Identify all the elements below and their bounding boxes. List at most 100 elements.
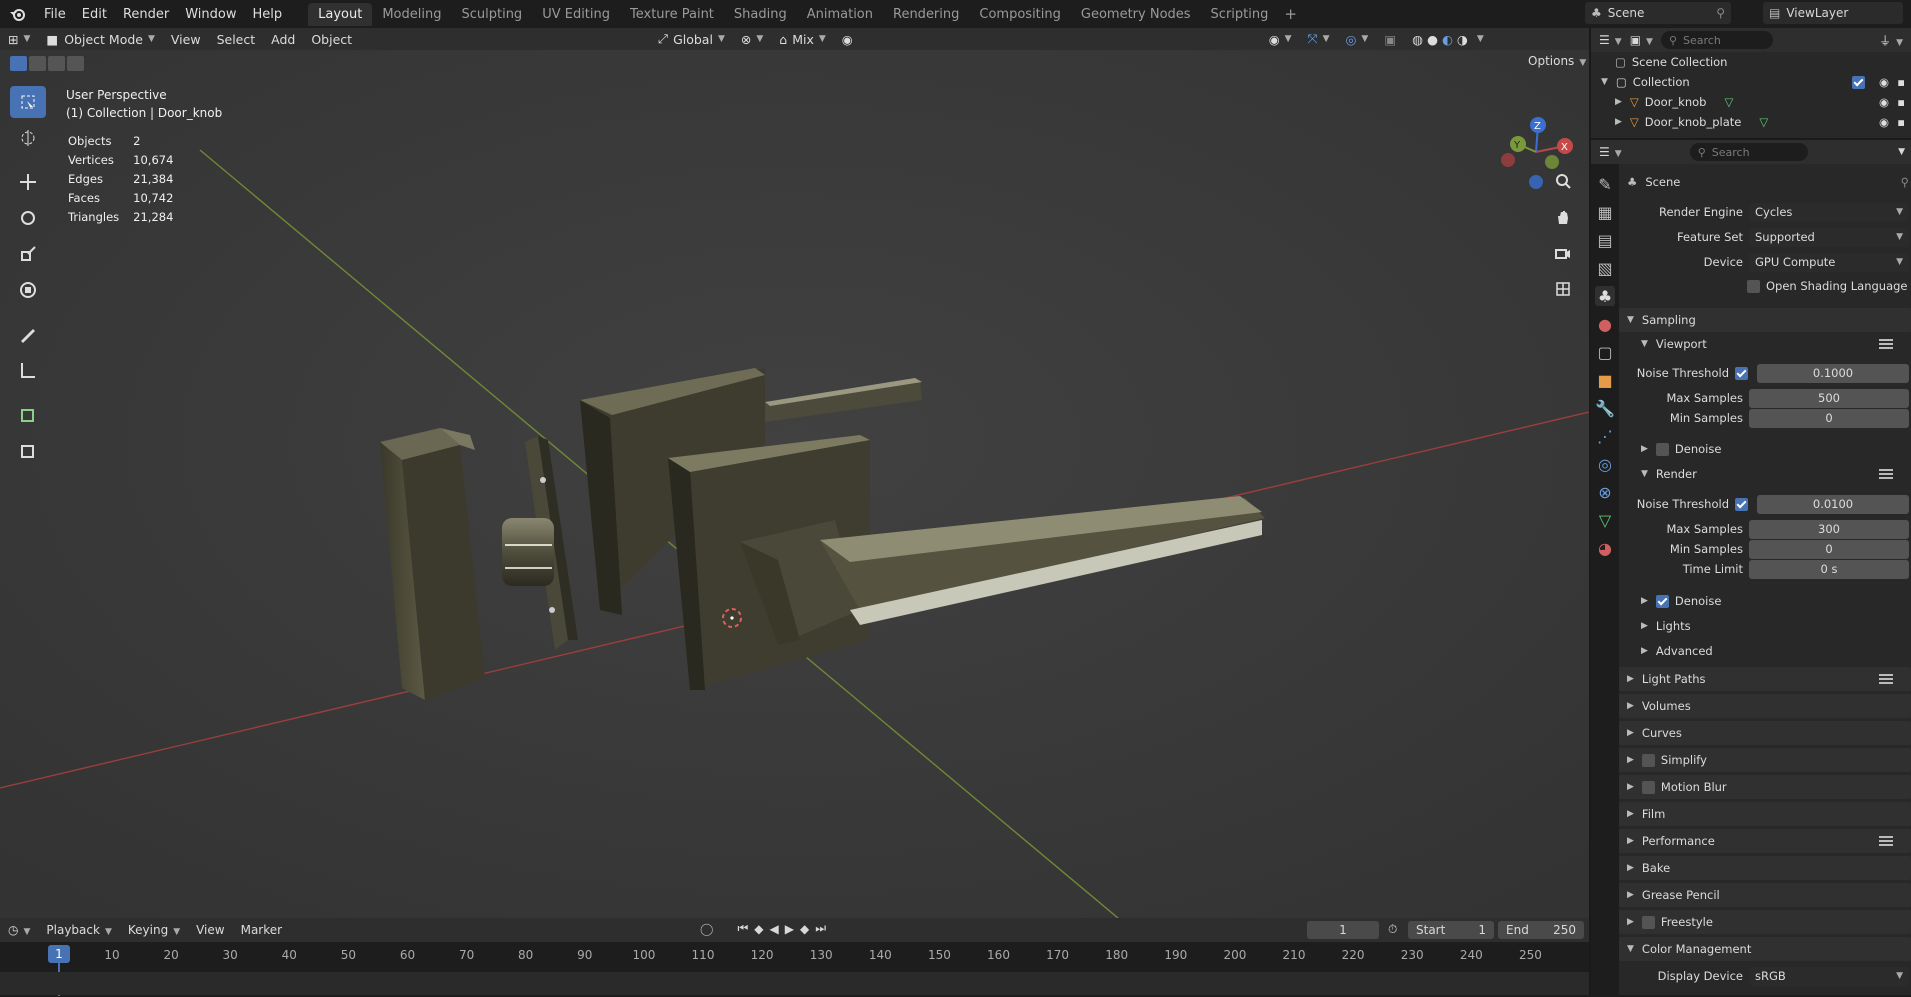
orientation-dropdown[interactable]: ⤢ Global ▼ (650, 28, 733, 50)
menu-add[interactable]: Add (263, 28, 303, 50)
camera-view-icon[interactable] (1548, 240, 1578, 266)
view-layer-tab-icon[interactable]: ▧ (1595, 258, 1615, 278)
overlay-toggle[interactable]: ◎ ▼ (1337, 28, 1376, 50)
display-mode-icon[interactable]: ▣ ▼ (1630, 33, 1653, 47)
play-icon[interactable]: ▶ (785, 922, 794, 936)
menu-playback[interactable]: Playback ▼ (38, 923, 119, 937)
collection-render-icon[interactable]: ▪ (1897, 75, 1905, 89)
render-tab-icon[interactable]: ▦ (1595, 202, 1615, 222)
wireframe-shading-icon[interactable]: ◍ (1412, 32, 1423, 47)
stopwatch-icon[interactable]: ⏱ (1388, 922, 1397, 937)
tab-compositing[interactable]: Compositing (969, 3, 1071, 26)
object-visibility-icon[interactable]: ◉ (1879, 95, 1889, 109)
add-primitive-tool[interactable] (10, 434, 46, 466)
osl-row[interactable]: Open Shading Language (1619, 276, 1911, 296)
select-box-tool[interactable] (10, 86, 46, 118)
menu-edit[interactable]: Edit (74, 7, 115, 22)
presets-list-icon[interactable] (1879, 469, 1893, 479)
editor-type-button[interactable]: ⊞ ▼ (0, 28, 38, 50)
freestyle-checkbox[interactable] (1641, 915, 1655, 929)
filter-icon[interactable]: ⏚ ▼ (1879, 32, 1903, 49)
vp-noise-threshold-field[interactable]: 0.1000 (1757, 363, 1909, 383)
add-workspace-icon[interactable]: + (1278, 5, 1303, 23)
expand-chevron-icon[interactable]: ▶ (1615, 97, 1622, 107)
vp-max-samples-field[interactable]: 500 (1749, 388, 1909, 408)
scene-collection-row[interactable]: ▢ Scene Collection (1591, 52, 1911, 72)
material-shading-icon[interactable]: ◐ (1442, 32, 1453, 47)
transform-tool[interactable] (10, 274, 46, 306)
menu-render[interactable]: Render (115, 7, 177, 22)
prev-keyframe-icon[interactable]: ◆ (754, 922, 763, 936)
add-cube-tool[interactable] (10, 398, 46, 430)
physics-tab-icon[interactable]: ◎ (1595, 454, 1615, 474)
r-noise-threshold-checkbox[interactable] (1735, 497, 1748, 511)
properties-search[interactable]: ⚲ Search (1689, 143, 1808, 161)
osl-checkbox[interactable] (1747, 279, 1760, 293)
tab-layout[interactable]: Layout (308, 2, 373, 26)
presets-list-icon[interactable] (1879, 674, 1893, 684)
bake-panel[interactable]: ▶ Bake (1619, 856, 1911, 880)
curves-panel[interactable]: ▶ Curves (1619, 721, 1911, 745)
pan-hand-icon[interactable] (1548, 204, 1578, 230)
gizmo-neg-x[interactable] (1501, 153, 1515, 167)
lights-subpanel[interactable]: ▶ Lights (1619, 616, 1911, 636)
scene-selector[interactable]: ♣ Scene ⚲ (1585, 2, 1731, 24)
tab-rendering[interactable]: Rendering (883, 3, 969, 26)
select-intersect-button[interactable] (67, 56, 84, 71)
pivot-dropdown[interactable]: ⊗ ▼ (733, 28, 771, 50)
presets-list-icon[interactable] (1879, 836, 1893, 846)
pin-icon[interactable]: ⚲ (1901, 175, 1909, 189)
menu-timeline-view[interactable]: View (188, 923, 232, 937)
playhead[interactable]: 1 (48, 945, 70, 963)
ortho-grid-icon[interactable] (1548, 276, 1578, 302)
outliner-search[interactable]: ⚲ Search (1660, 31, 1773, 49)
menu-object[interactable]: Object (303, 28, 360, 50)
record-icon[interactable]: ◯ (700, 922, 713, 936)
data-tab-icon[interactable]: ▽ (1595, 510, 1615, 530)
select-subtract-button[interactable] (48, 56, 65, 71)
play-reverse-icon[interactable]: ◀ (769, 922, 778, 936)
pin-icon[interactable]: ⚲ (1716, 6, 1725, 20)
render-engine-dropdown[interactable]: Cycles ▼ (1749, 202, 1909, 222)
collection-checkbox[interactable] (1852, 75, 1865, 89)
shading-modes[interactable]: ◍ ● ◐ ◑ ▼ (1404, 28, 1492, 50)
3d-viewport[interactable]: ⊞ ▼ ■ Object Mode ▼ View Select Add Object… (0, 28, 1589, 918)
collection-visibility-icon[interactable]: ◉ (1879, 75, 1889, 89)
vp-noise-threshold-checkbox[interactable] (1735, 366, 1748, 380)
sampling-panel[interactable]: ▼ Sampling (1619, 308, 1911, 332)
snap-dropdown[interactable]: ⌂ Mix ▼ (771, 28, 834, 50)
gizmo-neg-y[interactable] (1545, 155, 1559, 169)
timeline-track-area[interactable] (0, 972, 1589, 995)
solid-shading-icon[interactable]: ● (1427, 32, 1438, 47)
scene-tab-icon[interactable]: ♣ (1595, 286, 1615, 306)
vp-denoise-row[interactable]: ▶ Denoise (1619, 439, 1911, 459)
measure-tool[interactable] (10, 354, 46, 386)
jump-start-icon[interactable]: ⏮ (737, 921, 748, 936)
menu-keying[interactable]: Keying ▼ (120, 923, 188, 937)
r-denoise-checkbox[interactable] (1655, 594, 1669, 608)
menu-help[interactable]: Help (245, 7, 291, 22)
move-tool[interactable] (10, 166, 46, 198)
rendered-shading-icon[interactable]: ◑ (1457, 32, 1468, 47)
zoom-icon[interactable] (1548, 168, 1578, 194)
advanced-subpanel[interactable]: ▶ Advanced (1619, 641, 1911, 661)
mode-dropdown[interactable]: ■ Object Mode ▼ (38, 28, 162, 50)
tab-uv-editing[interactable]: UV Editing (532, 3, 620, 26)
view-layer-selector[interactable]: ▤ ViewLayer (1763, 2, 1903, 24)
render-subpanel[interactable]: ▼ Render (1619, 464, 1911, 484)
world-tab-icon[interactable]: ● (1595, 314, 1615, 334)
r-min-samples-field[interactable]: 0 (1749, 539, 1909, 559)
visibility-dropdown[interactable]: ◉ ▼ (1261, 28, 1300, 50)
tab-modeling[interactable]: Modeling (372, 3, 451, 26)
simplify-panel[interactable]: ▶ Simplify (1619, 748, 1911, 772)
chevron-down-icon[interactable]: ▼ (1898, 147, 1905, 157)
r-denoise-row[interactable]: ▶ Denoise (1619, 591, 1911, 611)
menu-select[interactable]: Select (209, 28, 264, 50)
select-extend-button[interactable] (29, 56, 46, 71)
vp-min-samples-field[interactable]: 0 (1749, 408, 1909, 428)
annotate-tool[interactable] (10, 318, 46, 350)
particles-tab-icon[interactable]: ⋰ (1595, 426, 1615, 446)
xray-toggle[interactable]: ▣ (1376, 28, 1404, 50)
gizmo-toggle[interactable]: ⤧ ▼ (1300, 28, 1338, 50)
object-visibility-icon[interactable]: ◉ (1879, 115, 1889, 129)
